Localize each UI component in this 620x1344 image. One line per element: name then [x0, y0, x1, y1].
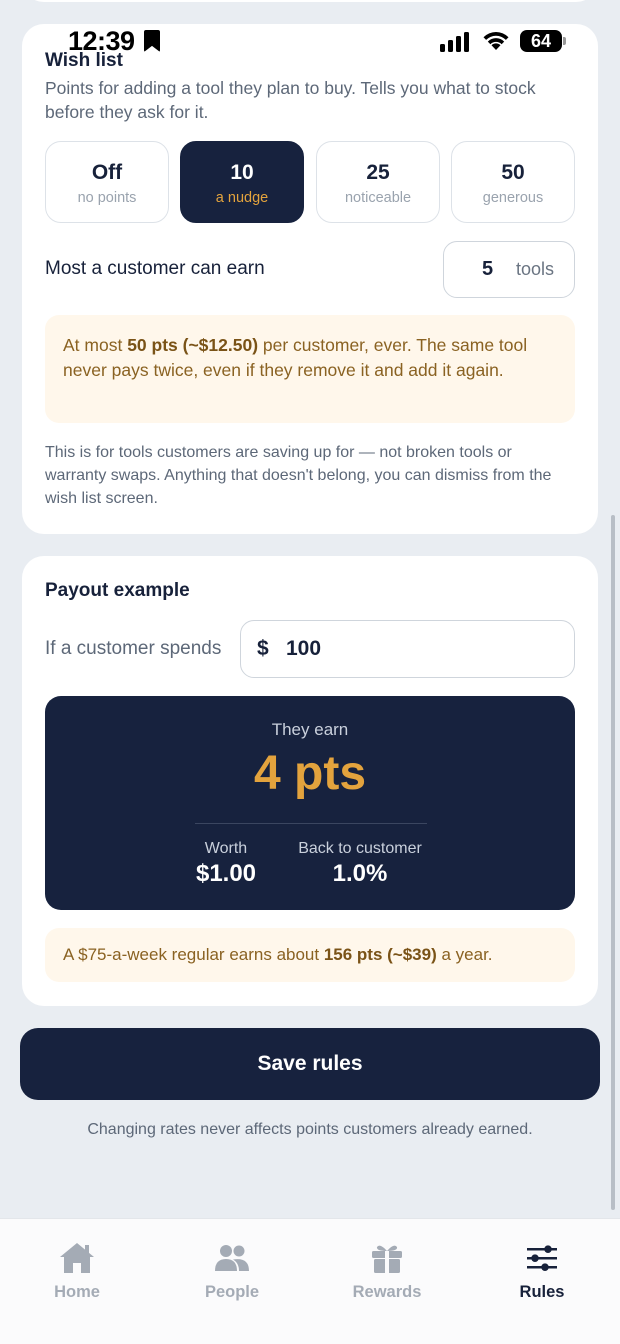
wish-limit-note: At most 50 pts (~$12.50) per customer, e…	[45, 315, 575, 423]
cellular-signal-icon	[440, 32, 472, 52]
max-tools-label: Most a customer can earn	[45, 258, 265, 279]
gift-icon	[372, 1245, 402, 1273]
back-to-customer-stat: Back to customer 1.0%	[290, 840, 430, 888]
back-label: Back to customer	[298, 840, 422, 857]
option-value: 50	[501, 161, 525, 184]
tab-home[interactable]: Home	[17, 1241, 137, 1302]
earn-label: They earn	[271, 720, 349, 739]
people-icon	[215, 1245, 249, 1271]
spend-input[interactable]: $ 100	[240, 620, 575, 678]
option-sub: noticeable	[344, 190, 412, 206]
bookmark-icon	[144, 30, 160, 52]
tab-label: People	[204, 1283, 260, 1301]
currency-symbol: $	[257, 637, 269, 660]
scrollbar[interactable]	[611, 515, 615, 1210]
tab-people[interactable]: People	[172, 1241, 292, 1302]
option-sub: no points	[77, 190, 137, 206]
wish-points-options: Off no points 10 a nudge 25 noticeable 5…	[45, 141, 575, 223]
earn-summary: They earn 4 pts Worth $1.00 Back to cust…	[45, 696, 575, 910]
max-tools-input[interactable]: 5 tools	[443, 241, 575, 298]
note-text: At most	[63, 335, 128, 355]
option-10[interactable]: 10 a nudge	[180, 141, 304, 223]
sliders-icon	[527, 1245, 557, 1271]
tab-bar: Home People Rewards Rules	[0, 1218, 620, 1344]
note-text: a year.	[436, 945, 493, 964]
worth-label: Worth	[204, 840, 248, 857]
option-25[interactable]: 25 noticeable	[316, 141, 440, 223]
option-off[interactable]: Off no points	[45, 141, 169, 223]
save-rules-button[interactable]: Save rules	[20, 1028, 600, 1100]
home-icon	[60, 1243, 94, 1273]
wifi-icon	[483, 32, 509, 50]
status-time: 12:39	[68, 26, 135, 56]
max-tools-unit: tools	[516, 259, 555, 279]
previous-card	[22, 0, 598, 2]
option-sub: generous	[482, 190, 544, 206]
note-bold: 50 pts (~$12.50)	[127, 335, 259, 355]
battery-nub	[563, 37, 566, 45]
tab-rewards[interactable]: Rewards	[327, 1241, 447, 1302]
worth-value: $1.00	[195, 860, 257, 887]
note-text: A $75-a-week regular earns about	[63, 945, 324, 964]
wish-list-footer: This is for tools customers are saving u…	[45, 444, 552, 507]
spend-value: 100	[286, 637, 322, 660]
battery-icon: 64	[520, 30, 562, 52]
status-bar: 12:39 64	[0, 22, 620, 62]
divider	[195, 823, 427, 824]
worth-stat: Worth $1.00	[185, 840, 267, 888]
earn-points: 4 pts	[253, 747, 367, 800]
option-value: Off	[91, 161, 123, 184]
tab-label: Rewards	[352, 1283, 422, 1301]
tab-label: Home	[54, 1283, 100, 1301]
payout-title: Payout example	[45, 580, 190, 601]
option-sub: a nudge	[215, 190, 269, 206]
wish-list-description: Points for adding a tool they plan to bu…	[45, 78, 536, 122]
spend-label: If a customer spends	[45, 638, 222, 659]
option-value: 25	[366, 161, 390, 184]
option-value: 10	[230, 161, 254, 184]
max-tools-value: 5	[482, 258, 494, 280]
note-bold: 156 pts (~$39)	[323, 945, 437, 964]
option-50[interactable]: 50 generous	[451, 141, 575, 223]
save-footer: Changing rates never affects points cust…	[87, 1121, 533, 1138]
tab-label: Rules	[519, 1283, 565, 1301]
tab-rules[interactable]: Rules	[482, 1241, 602, 1302]
back-value: 1.0%	[332, 860, 388, 887]
yearly-estimate-note: A $75-a-week regular earns about 156 pts…	[45, 928, 575, 982]
